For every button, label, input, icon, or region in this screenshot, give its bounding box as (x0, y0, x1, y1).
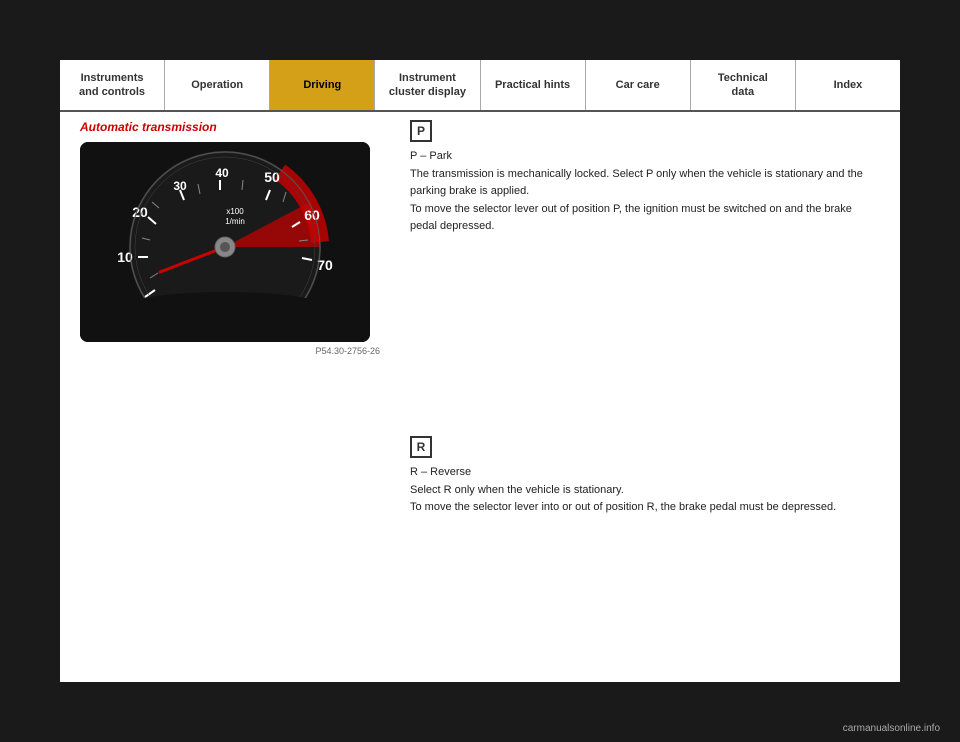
content-area: Instruments and controls Operation Drivi… (60, 60, 900, 682)
section-p: P P – Park The transmission is mechanica… (410, 120, 880, 236)
badge-r: R (410, 436, 432, 458)
navigation-bar: Instruments and controls Operation Drivi… (60, 60, 900, 112)
section-p-text: P – Park The transmission is mechanicall… (410, 148, 880, 236)
nav-item-operation[interactable]: Operation (165, 60, 270, 110)
svg-text:30: 30 (173, 179, 187, 193)
nav-item-instrument-cluster[interactable]: Instrument cluster display (375, 60, 480, 110)
page-title: Automatic transmission (80, 120, 380, 134)
image-caption: P54.30-2756-26 (80, 346, 380, 356)
nav-item-car-care[interactable]: Car care (586, 60, 691, 110)
right-column: P P – Park The transmission is mechanica… (400, 120, 880, 533)
nav-item-index[interactable]: Index (796, 60, 900, 110)
nav-item-instruments[interactable]: Instruments and controls (60, 60, 165, 110)
svg-text:x100: x100 (226, 207, 244, 216)
tachometer-display: 0 10 20 30 40 50 60 70 x100 1/min (80, 142, 370, 342)
badge-p: P (410, 120, 432, 142)
page-content: Automatic transmission (60, 112, 900, 553)
section-r: R R – Reverse Select R only when the veh… (410, 436, 880, 517)
section-r-text: R – Reverse Select R only when the vehic… (410, 464, 880, 517)
svg-text:50: 50 (264, 169, 280, 185)
watermark: carmanualsonline.info (843, 723, 940, 734)
svg-text:1/min: 1/min (225, 217, 245, 226)
nav-item-driving[interactable]: Driving (270, 60, 375, 110)
svg-text:40: 40 (215, 166, 229, 180)
nav-item-practical-hints[interactable]: Practical hints (481, 60, 586, 110)
left-column: Automatic transmission (80, 120, 380, 533)
nav-item-technical-data[interactable]: Technical data (691, 60, 796, 110)
tachometer-svg: 0 10 20 30 40 50 60 70 x100 1/min (80, 142, 370, 342)
